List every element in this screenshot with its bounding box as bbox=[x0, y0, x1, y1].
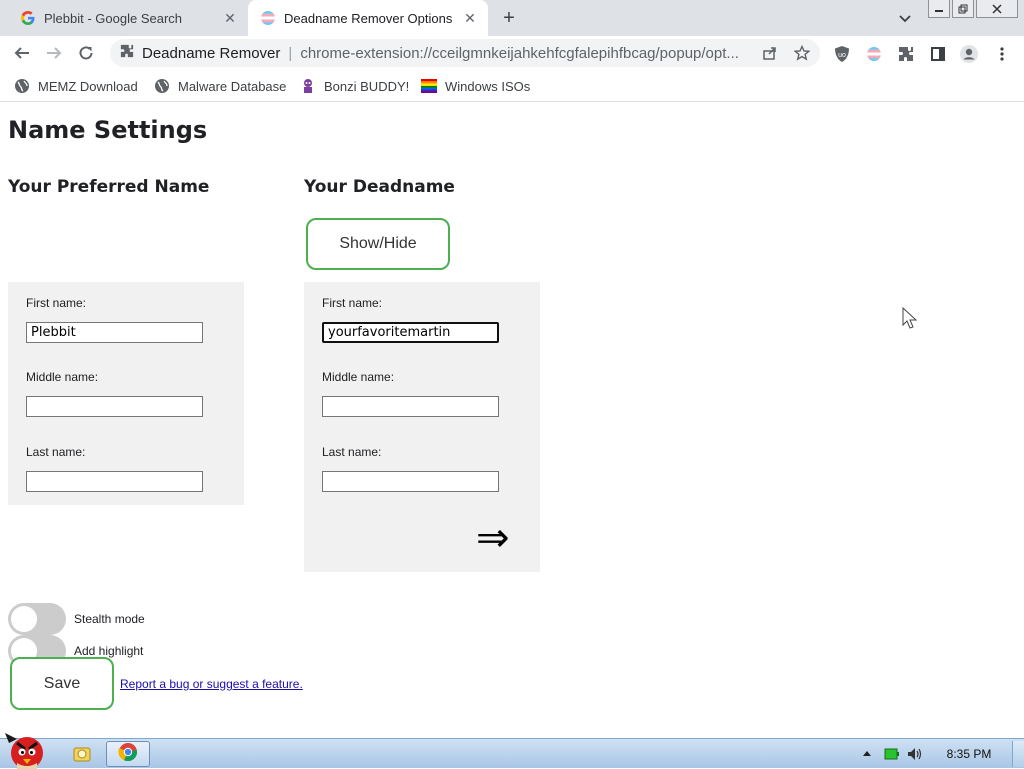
deadname-middle-name-input[interactable] bbox=[322, 396, 499, 417]
save-button[interactable]: Save bbox=[10, 657, 114, 710]
chrome-icon bbox=[118, 742, 138, 767]
kebab-menu-icon[interactable] bbox=[991, 43, 1013, 65]
omnibox-separator: | bbox=[288, 44, 293, 62]
deadname-last-name-input[interactable] bbox=[322, 471, 499, 492]
url-text: chrome-extension://cceilgmnkeijahkehfcgf… bbox=[300, 44, 739, 62]
preferred-name-heading: Your Preferred Name bbox=[8, 177, 210, 197]
clock[interactable]: 8:35 PM bbox=[940, 741, 998, 767]
tray-up-arrow-icon[interactable] bbox=[858, 741, 876, 767]
globe-icon bbox=[14, 78, 30, 94]
trans-flag-icon bbox=[260, 10, 276, 26]
reload-icon[interactable] bbox=[73, 40, 99, 66]
chrome-taskbar-button[interactable] bbox=[106, 741, 150, 767]
google-g-icon bbox=[20, 10, 36, 26]
show-hide-button[interactable]: Show/Hide bbox=[306, 218, 450, 270]
deadname-first-name-input[interactable] bbox=[322, 322, 499, 343]
back-arrow-icon[interactable] bbox=[9, 40, 35, 66]
close-tab-icon[interactable]: ✕ bbox=[220, 8, 240, 28]
tab-strip: Plebbit - Google Search ✕ Deadname Remov… bbox=[0, 0, 1024, 36]
paint-app-icon[interactable] bbox=[70, 741, 94, 767]
browser-toolbar: Deadname Remover | chrome-extension://cc… bbox=[0, 36, 1024, 70]
bookmark-label: Windows ISOs bbox=[445, 78, 531, 94]
tab-google-search[interactable]: Plebbit - Google Search ✕ bbox=[8, 0, 248, 36]
tab-title: Plebbit - Google Search bbox=[44, 10, 183, 26]
deadname-panel: First name: Middle name: Last name: ⇒ bbox=[304, 282, 540, 572]
close-tab-icon[interactable]: ✕ bbox=[460, 8, 480, 28]
bookmarks-bar: MEMZ Download Malware Database Bonzi BUD… bbox=[0, 70, 1024, 102]
deadname-first-name-label: First name: bbox=[322, 296, 383, 310]
preferred-first-name-input[interactable] bbox=[26, 322, 203, 343]
bookmark-malware-database[interactable]: Malware Database bbox=[154, 76, 286, 96]
stealth-mode-label: Stealth mode bbox=[74, 612, 145, 626]
battery-icon[interactable] bbox=[882, 741, 902, 767]
extension-name: Deadname Remover bbox=[142, 44, 281, 62]
show-desktop-button[interactable] bbox=[1012, 741, 1024, 767]
start-button[interactable] bbox=[2, 729, 50, 769]
report-bug-link[interactable]: Report a bug or suggest a feature. bbox=[120, 677, 303, 691]
rainbow-flag-icon bbox=[421, 78, 437, 94]
preferred-last-name-input[interactable] bbox=[26, 471, 203, 492]
taskbar: 8:35 PM bbox=[0, 733, 1024, 769]
double-arrow-right-icon[interactable]: ⇒ bbox=[476, 518, 510, 558]
extensions-puzzle-icon[interactable] bbox=[895, 43, 917, 65]
minimize-icon[interactable] bbox=[928, 0, 950, 18]
chevron-down-icon[interactable] bbox=[896, 9, 914, 27]
address-bar[interactable]: Deadname Remover | chrome-extension://cc… bbox=[110, 39, 820, 67]
share-icon[interactable] bbox=[760, 43, 780, 63]
globe-icon bbox=[154, 78, 170, 94]
stealth-mode-toggle-row[interactable]: Stealth mode bbox=[8, 603, 145, 635]
deadname-last-name-label: Last name: bbox=[322, 445, 382, 459]
preferred-middle-name-input[interactable] bbox=[26, 396, 203, 417]
tab-title: Deadname Remover Options bbox=[284, 10, 453, 26]
bookmark-star-icon[interactable] bbox=[792, 43, 812, 63]
puzzle-piece-icon bbox=[120, 44, 134, 62]
forward-arrow-icon[interactable] bbox=[41, 40, 67, 66]
preferred-last-name-label: Last name: bbox=[26, 445, 86, 459]
switch-knob bbox=[11, 606, 37, 632]
page-title: Name Settings bbox=[8, 116, 208, 144]
restore-icon[interactable] bbox=[952, 0, 974, 18]
bookmark-label: MEMZ Download bbox=[38, 78, 138, 94]
bookmark-bonzi-buddy[interactable]: Bonzi BUDDY! bbox=[300, 76, 409, 96]
volume-icon[interactable] bbox=[905, 741, 925, 767]
deadname-middle-name-label: Middle name: bbox=[322, 370, 395, 384]
trans-flag-icon[interactable] bbox=[863, 43, 885, 65]
profile-avatar-icon[interactable] bbox=[958, 43, 980, 65]
add-highlight-label: Add highlight bbox=[74, 644, 144, 658]
options-page: Name Settings Your Preferred Name Your D… bbox=[0, 103, 1024, 738]
bookmark-memz-download[interactable]: MEMZ Download bbox=[14, 76, 138, 96]
svg-text:uo: uo bbox=[838, 52, 846, 59]
stealth-mode-switch[interactable] bbox=[8, 603, 66, 635]
deadname-heading: Your Deadname bbox=[304, 177, 455, 197]
preferred-name-panel: First name: Middle name: Last name: bbox=[8, 282, 244, 505]
close-window-icon[interactable] bbox=[976, 0, 1018, 18]
bookmark-label: Bonzi BUDDY! bbox=[324, 78, 410, 94]
bookmark-label: Malware Database bbox=[178, 78, 287, 94]
side-panel-icon[interactable] bbox=[927, 43, 949, 65]
mouse-pointer-icon bbox=[902, 306, 920, 336]
new-tab-button[interactable]: + bbox=[498, 8, 520, 30]
preferred-first-name-label: First name: bbox=[26, 296, 87, 310]
preferred-middle-name-label: Middle name: bbox=[26, 370, 99, 384]
ublock-icon[interactable]: uo bbox=[831, 43, 853, 65]
bookmark-windows-isos[interactable]: Windows ISOs bbox=[421, 76, 530, 96]
tab-deadname-options[interactable]: Deadname Remover Options ✕ bbox=[248, 0, 488, 36]
bonzi-icon bbox=[300, 78, 316, 94]
